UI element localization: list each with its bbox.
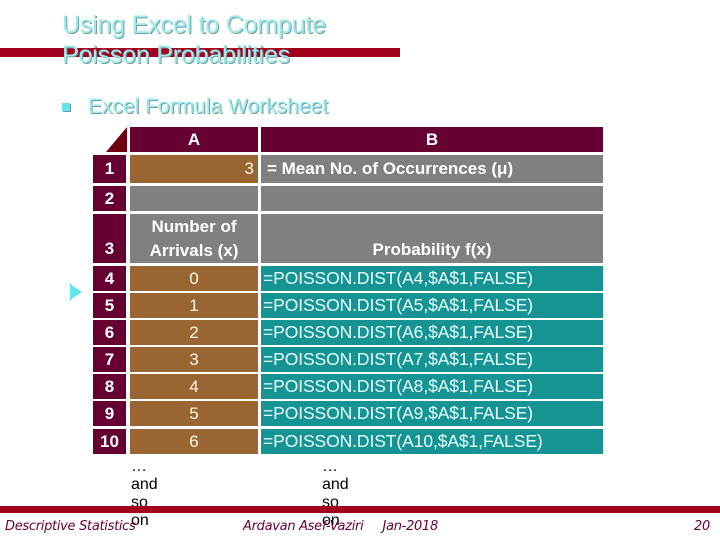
cell-a5[interactable]: 1	[130, 293, 258, 318]
title-line-1: Using Excel to Compute	[62, 11, 326, 39]
cell-a10[interactable]: 6	[130, 429, 258, 454]
row-header-6[interactable]: 6	[93, 320, 126, 345]
row-header-1[interactable]: 1	[93, 155, 126, 183]
square-bullet-icon	[62, 103, 70, 111]
row-header-10[interactable]: 10	[93, 429, 126, 454]
cell-b8-formula[interactable]: =POISSON.DIST(A8,$A$1,FALSE)	[261, 374, 603, 399]
cell-a1-mean[interactable]: 3	[130, 155, 258, 183]
cell-a4[interactable]: 0	[130, 266, 258, 291]
bullet-text: Excel Formula Worksheet	[88, 95, 329, 118]
row-header-3[interactable]: 3	[93, 214, 126, 263]
footer-page-number: 20	[694, 519, 710, 534]
title-line-2: Poisson Probabilities	[62, 41, 290, 69]
cell-b9-formula[interactable]: =POISSON.DIST(A9,$A$1,FALSE)	[261, 401, 603, 426]
cell-b1-label[interactable]: = Mean No. of Occurrences (μ)	[261, 155, 603, 183]
select-all-corner[interactable]	[106, 127, 127, 152]
cell-a3-line-2: Arrivals (x)	[149, 240, 239, 260]
row-header-5[interactable]: 5	[93, 293, 126, 318]
row-header-4[interactable]: 4	[93, 266, 126, 291]
cell-b5-formula[interactable]: =POISSON.DIST(A5,$A$1,FALSE)	[261, 293, 603, 318]
column-header-b[interactable]: B	[261, 127, 603, 152]
cell-a9[interactable]: 5	[130, 401, 258, 426]
cell-a3-header[interactable]: Number of Arrivals (x)	[130, 214, 258, 263]
row-header-9[interactable]: 9	[93, 401, 126, 426]
cell-b4-formula[interactable]: =POISSON.DIST(A4,$A$1,FALSE)	[261, 266, 603, 291]
footer-accent-band	[0, 506, 720, 513]
footer-course-title: Descriptive Statistics	[5, 519, 136, 534]
cell-b7-formula[interactable]: =POISSON.DIST(A7,$A$1,FALSE)	[261, 347, 603, 372]
column-header-a[interactable]: A	[130, 127, 258, 152]
bullet-item: Excel Formula Worksheet	[62, 93, 328, 121]
cell-a2[interactable]	[130, 186, 258, 211]
cell-b6-formula[interactable]: =POISSON.DIST(A6,$A$1,FALSE)	[261, 320, 603, 345]
cell-a8[interactable]: 4	[130, 374, 258, 399]
cell-b3-header[interactable]: Probability f(x)	[261, 214, 603, 263]
cell-b2[interactable]	[261, 186, 603, 211]
cell-a6[interactable]: 2	[130, 320, 258, 345]
cell-b10-formula[interactable]: =POISSON.DIST(A10,$A$1,FALSE)	[261, 429, 603, 454]
row-header-7[interactable]: 7	[93, 347, 126, 372]
row-header-8[interactable]: 8	[93, 374, 126, 399]
cell-a3-line-1: Number of	[151, 216, 237, 236]
cell-a7[interactable]: 3	[130, 347, 258, 372]
play-triangle-icon	[70, 284, 82, 300]
footer-author-date: Ardavan Asef-Vaziri Jan-2018	[243, 519, 438, 534]
slide-title: Using Excel to Compute Poisson Probabili…	[62, 10, 326, 70]
row-header-2[interactable]: 2	[93, 186, 126, 211]
